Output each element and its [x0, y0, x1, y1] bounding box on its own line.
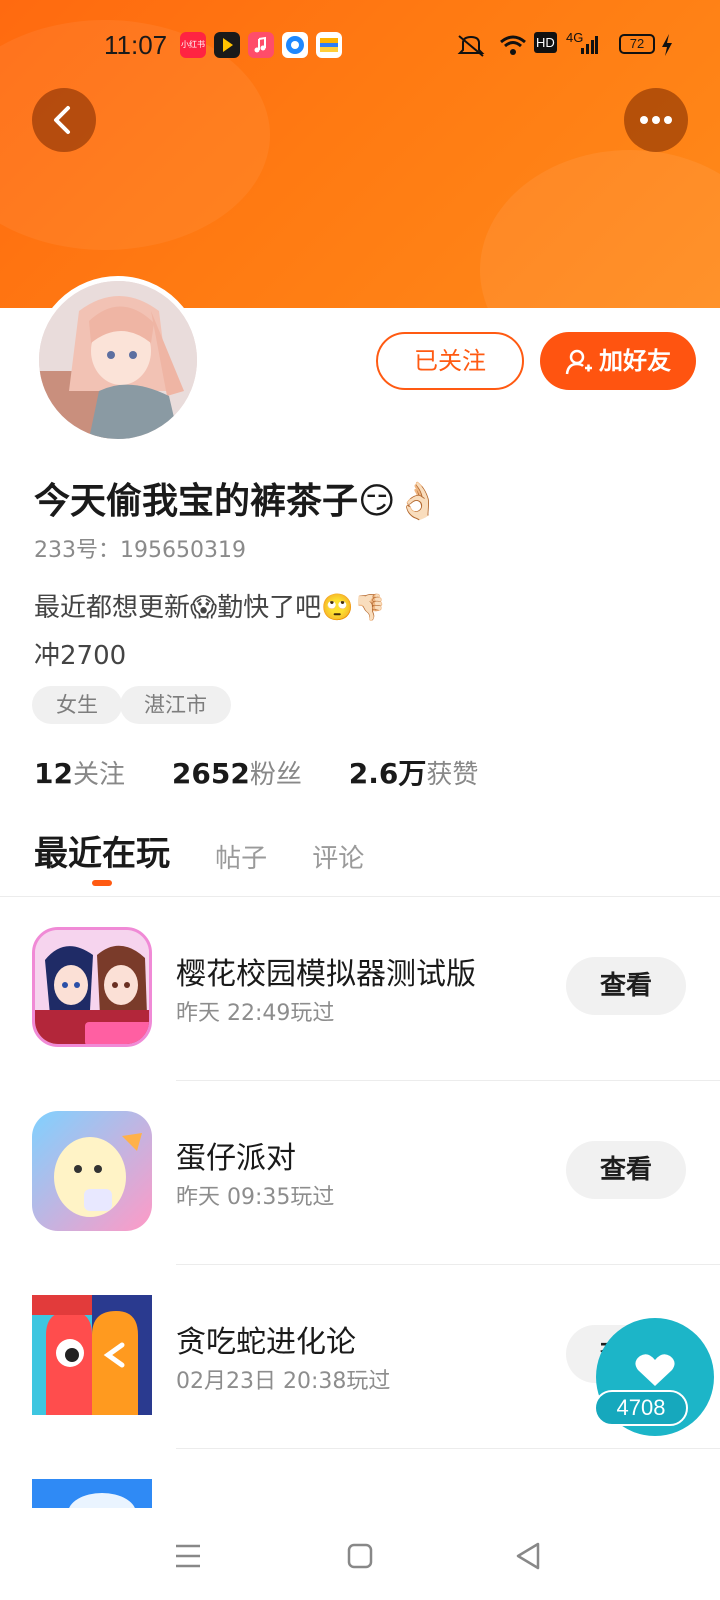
gender-tag: 女生 — [32, 686, 122, 724]
back-button[interactable] — [32, 88, 96, 152]
profile-user-id: 233号：195650319 — [34, 538, 246, 563]
game-last-played: 02月23日 20:38玩过 — [176, 1369, 391, 1394]
game-name: 樱花校园模拟器测试版 — [176, 957, 476, 992]
following-stat[interactable]: 12关注 — [34, 754, 125, 791]
following-count: 12 — [34, 757, 73, 790]
profile-bio: 最近都想更新😱勤快了吧🙄👎🏻 冲2700 — [34, 593, 386, 671]
followers-count: 2652 — [171, 757, 250, 790]
followers-label: 粉丝 — [249, 760, 302, 790]
game-name: 贪吃蛇进化论 — [176, 1325, 356, 1360]
add-friend-label: 加好友 — [599, 347, 671, 375]
add-user-icon — [565, 349, 592, 375]
eggy-party-icon — [32, 1111, 152, 1231]
chevron-left-icon — [54, 106, 70, 134]
status-bar: 11:07 小红书 HD 4G 72 — [0, 20, 720, 70]
charging-icon — [660, 32, 674, 63]
sakura-school-icon — [32, 927, 152, 1047]
system-navigation-bar — [0, 1508, 720, 1600]
like-count: 4708 — [594, 1390, 688, 1426]
menu-icon — [176, 1544, 200, 1568]
game-list-item[interactable]: 樱花校园模拟器测试版 昨天 22:49玩过 查看 — [0, 897, 720, 1081]
likes-count: 2.6万 — [348, 757, 427, 790]
tab-comments[interactable]: 评论 — [312, 838, 364, 875]
likes-label: 获赞 — [426, 760, 479, 790]
followed-button[interactable]: 已关注 — [376, 332, 524, 390]
status-time: 11:07 — [104, 30, 168, 60]
mute-icon — [455, 32, 487, 63]
city-tag: 湛江市 — [120, 686, 231, 724]
partial-game-icon — [32, 1479, 152, 1509]
game-name: 蛋仔派对 — [176, 1141, 296, 1176]
following-label: 关注 — [72, 760, 125, 790]
avatar[interactable] — [34, 276, 202, 444]
add-friend-button[interactable]: 加好友 — [540, 332, 696, 390]
more-dots-icon — [640, 116, 672, 124]
game-last-played: 昨天 22:49玩过 — [176, 1001, 335, 1026]
profile-nickname: 今天偷我宝的裤茶子😏👌🏻 — [34, 481, 441, 522]
hd-indicator: HD — [534, 32, 557, 53]
snake-evolution-icon — [32, 1295, 152, 1415]
game-list-item[interactable]: 蛋仔派对 昨天 09:35玩过 查看 — [0, 1081, 720, 1265]
wallet-app-icon — [316, 32, 342, 58]
view-game-button[interactable]: 查看 — [566, 1141, 686, 1199]
xiaohongshu-icon: 小红书 — [180, 32, 206, 58]
tab-posts[interactable]: 帖子 — [215, 838, 267, 875]
signal-icon — [580, 32, 598, 63]
game-last-played: 昨天 09:35玩过 — [176, 1185, 335, 1210]
followers-stat[interactable]: 2652粉丝 — [172, 754, 302, 791]
menu-nav-button[interactable] — [168, 1536, 208, 1576]
likes-stat[interactable]: 2.6万获赞 — [349, 752, 479, 792]
play-app-icon — [214, 32, 240, 58]
tab-recently-played[interactable]: 最近在玩 — [34, 826, 170, 875]
back-nav-button[interactable] — [508, 1536, 548, 1576]
more-options-button[interactable] — [624, 88, 688, 152]
battery-indicator: 72 — [619, 34, 655, 54]
circle-app-icon — [282, 32, 308, 58]
music-app-icon — [248, 32, 274, 58]
wifi-icon — [498, 32, 528, 63]
profile-stats: 12关注 2652粉丝 2.6万获赞 — [34, 752, 516, 792]
active-tab-indicator — [92, 880, 112, 886]
back-triangle-icon — [516, 1542, 540, 1570]
home-nav-button[interactable] — [340, 1536, 380, 1576]
view-game-button[interactable]: 查看 — [566, 957, 686, 1015]
game-list-item[interactable] — [0, 1449, 720, 1509]
profile-tabs: 最近在玩 帖子 评论 — [34, 826, 404, 886]
home-square-icon — [347, 1543, 373, 1569]
